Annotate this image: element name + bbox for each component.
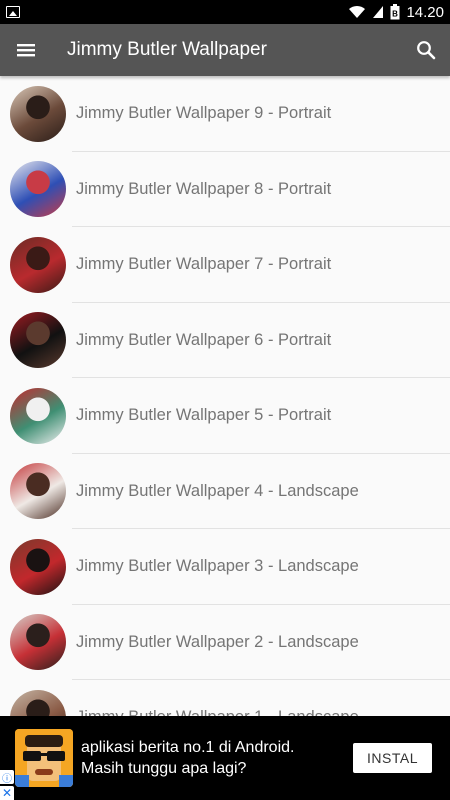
- menu-button[interactable]: [0, 24, 52, 76]
- svg-text:B: B: [393, 10, 399, 19]
- status-bar: B 14.20: [0, 0, 450, 24]
- signal-icon: [373, 6, 384, 18]
- list-item[interactable]: Jimmy Butler Wallpaper 5 - Portrait: [0, 378, 450, 454]
- wallpaper-thumbnail: [10, 614, 66, 671]
- wallpaper-list: Jimmy Butler Wallpaper 9 - Portrait Jimmy…: [0, 76, 450, 716]
- search-icon: [417, 41, 436, 60]
- app-bar: Jimmy Butler Wallpaper: [0, 24, 450, 76]
- list-item-label: Jimmy Butler Wallpaper 6 - Portrait: [76, 330, 332, 349]
- hamburger-icon: [17, 44, 35, 57]
- wallpaper-thumbnail: [10, 538, 66, 595]
- list-item-label: Jimmy Butler Wallpaper 7 - Portrait: [76, 255, 332, 274]
- list-item[interactable]: Jimmy Butler Wallpaper 9 - Portrait: [0, 76, 450, 152]
- list-item[interactable]: Jimmy Butler Wallpaper 7 - Portrait: [0, 227, 450, 303]
- ad-close-icon[interactable]: ✕: [0, 786, 14, 800]
- page-title: Jimmy Butler Wallpaper: [67, 39, 267, 60]
- image-notification-icon: [6, 6, 20, 18]
- list-item[interactable]: Jimmy Butler Wallpaper 3 - Landscape: [0, 529, 450, 605]
- ad-banner[interactable]: aplikasi berita no.1 di Android. Masih t…: [0, 716, 450, 800]
- ad-text-line-1: aplikasi berita no.1 di Android.: [81, 739, 295, 756]
- wifi-icon: [349, 5, 366, 18]
- list-item[interactable]: Jimmy Butler Wallpaper 2 - Landscape: [0, 605, 450, 681]
- clock: 14.20: [406, 3, 444, 21]
- list-item[interactable]: Jimmy Butler Wallpaper 1 - Landscape: [0, 680, 450, 716]
- wallpaper-thumbnail: [10, 689, 66, 716]
- search-button[interactable]: [402, 24, 450, 76]
- list-item-label: Jimmy Butler Wallpaper 2 - Landscape: [76, 632, 359, 651]
- install-button[interactable]: INSTAL: [353, 743, 432, 773]
- list-item[interactable]: Jimmy Butler Wallpaper 4 - Landscape: [0, 454, 450, 530]
- wallpaper-thumbnail: [10, 312, 66, 369]
- battery-icon: B: [390, 4, 400, 20]
- ad-text-line-2: Masih tunggu apa lagi?: [81, 760, 247, 777]
- list-item[interactable]: Jimmy Butler Wallpaper 8 - Portrait: [0, 152, 450, 228]
- list-item-label: Jimmy Butler Wallpaper 3 - Landscape: [76, 557, 359, 576]
- wallpaper-thumbnail: [10, 463, 66, 520]
- ad-logo[interactable]: [15, 729, 73, 787]
- status-bar-left: [6, 6, 348, 18]
- list-item[interactable]: Jimmy Butler Wallpaper 6 - Portrait: [0, 303, 450, 379]
- status-bar-right: B 14.20: [348, 4, 444, 21]
- wallpaper-thumbnail: [10, 161, 66, 218]
- list-item-label: Jimmy Butler Wallpaper 4 - Landscape: [76, 481, 359, 500]
- wallpaper-thumbnail: [10, 236, 66, 293]
- list-item-label: Jimmy Butler Wallpaper 9 - Portrait: [76, 104, 332, 123]
- sunglasses-face-icon: [15, 729, 73, 787]
- list-item-label: Jimmy Butler Wallpaper 5 - Portrait: [76, 406, 332, 425]
- list-item-label: Jimmy Butler Wallpaper 1 - Landscape: [76, 708, 359, 716]
- ad-info-icon[interactable]: ⓘ: [0, 770, 14, 785]
- ad-text[interactable]: aplikasi berita no.1 di Android. Masih t…: [81, 737, 353, 779]
- list-item-label: Jimmy Butler Wallpaper 8 - Portrait: [76, 179, 332, 198]
- wallpaper-thumbnail: [10, 387, 66, 444]
- wallpaper-thumbnail: [10, 85, 66, 142]
